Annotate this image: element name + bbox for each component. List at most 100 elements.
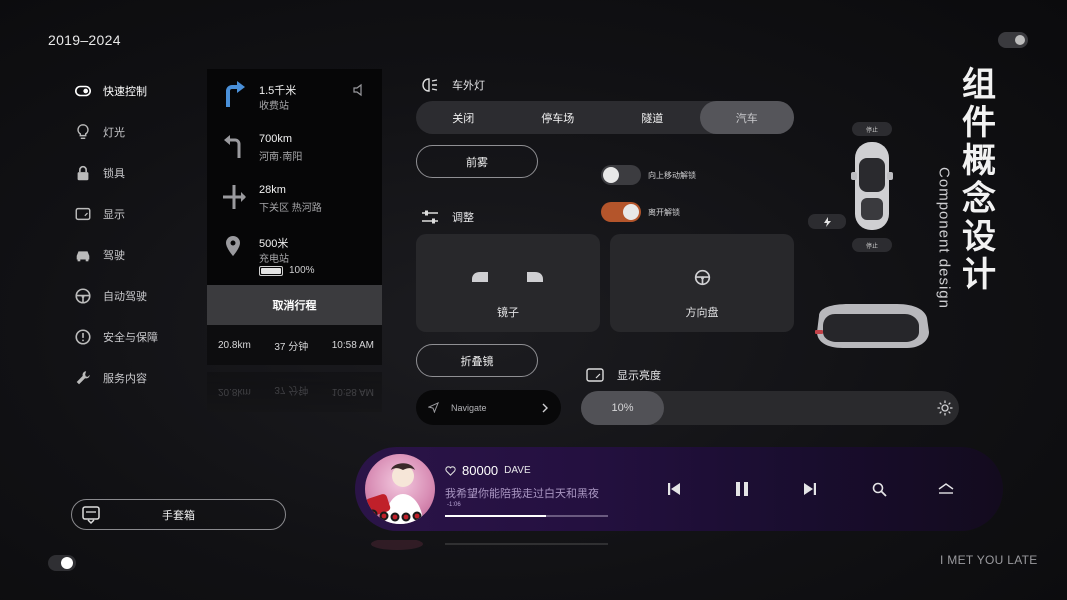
song-info: 80000 DAVE (445, 463, 531, 478)
pause-button[interactable] (731, 478, 753, 500)
sun-icon (937, 400, 953, 416)
sidebar-item-services[interactable]: 服务内容 (72, 357, 202, 398)
exterior-lights-title: 车外灯 (452, 80, 485, 92)
glovebox-button[interactable]: 手套箱 (71, 499, 286, 530)
skip-next-icon (804, 483, 816, 495)
playback-progress[interactable] (445, 515, 608, 517)
toggle-knob (61, 557, 73, 569)
trip-arrival: 10:58 AM (331, 339, 374, 351)
reflection-shape (371, 540, 608, 550)
sidebar-item-label: 服务内容 (103, 372, 147, 385)
sidebar-item-driving[interactable]: 驾驶 (72, 234, 202, 275)
search-button[interactable] (868, 478, 890, 500)
display-icon (72, 203, 94, 225)
trip-distance-reflection: 20.8km (218, 386, 251, 398)
move-up-unlock-label: 向上移动解锁 (648, 171, 696, 180)
wrench-icon (72, 367, 94, 389)
steering-wheel-label: 方向盘 (685, 307, 719, 319)
left-mirror-icon (472, 272, 488, 282)
trip-duration: 37 分钟 (274, 341, 309, 353)
sidebar-item-quick-controls[interactable]: 快速控制 (72, 70, 202, 111)
steering-wheel-card[interactable]: 方向盘 (610, 234, 794, 332)
display-icon (586, 368, 604, 382)
nav-step[interactable]: 700km 河南·南阳 (207, 120, 382, 171)
switch-knob (603, 167, 619, 183)
trip-distance: 20.8km (218, 339, 251, 351)
sidebar-item-label: 安全与保障 (103, 331, 158, 344)
artist-name: DAVE (504, 465, 531, 476)
cancel-trip-button[interactable]: 取消行程 (207, 285, 382, 325)
adjust-heading: 调整 (421, 209, 474, 225)
sidebar-item-label: 锁具 (103, 167, 125, 180)
bottom-toggle[interactable] (48, 555, 76, 571)
battery-percent: 100% (289, 265, 315, 276)
sidebar-item-label: 驾驶 (103, 249, 125, 262)
car-icon (72, 244, 94, 266)
nav-distance: 700km (259, 133, 293, 145)
nav-distance: 500米 (259, 238, 289, 250)
battery-icon (259, 265, 283, 276)
search-icon (872, 482, 887, 497)
sidebar-item-autopilot[interactable]: 自动驾驶 (72, 275, 202, 316)
location-pin-icon (226, 236, 240, 256)
bulb-icon (72, 121, 94, 143)
chevron-right-icon (542, 403, 548, 412)
sidebar-item-label: 灯光 (103, 126, 125, 139)
exterior-lights-selector: 关闭 停车场 隧道 汽车 (416, 101, 794, 134)
album-cover-illustration (365, 463, 423, 524)
sidebar-item-label: 快速控制 (103, 85, 147, 98)
lightning-icon (823, 216, 831, 227)
steering-wheel-icon (72, 285, 94, 307)
eject-icon (938, 483, 954, 494)
lights-option-off[interactable]: 关闭 (416, 101, 511, 134)
nav-distance: 28km (259, 184, 286, 196)
trip-summary-reflection: 20.8km 37 分钟 10:58 AM (207, 372, 382, 412)
fold-mirrors-button[interactable]: 折叠镜 (416, 344, 538, 377)
theme-toggle[interactable] (998, 32, 1028, 48)
footer-song-caption: I MET YOU LATE (940, 553, 1038, 567)
move-up-unlock-switch[interactable] (601, 165, 641, 185)
lights-option-tunnel[interactable]: 隧道 (605, 101, 700, 134)
previous-button[interactable] (663, 478, 685, 500)
pause-icon (736, 482, 748, 496)
stop-button-top[interactable]: 停止 (852, 122, 892, 136)
stop-button-bottom[interactable]: 停止 (852, 238, 892, 252)
nav-step[interactable]: 28km 下关区 热河路 (207, 171, 382, 222)
nav-step[interactable]: 1.5千米 收费站 (207, 69, 382, 120)
lights-option-parking[interactable]: 停车场 (511, 101, 606, 134)
sidebar-item-lights[interactable]: 灯光 (72, 111, 202, 152)
navigate-button[interactable]: Navigate (416, 390, 561, 425)
alert-icon (72, 326, 94, 348)
lock-icon (72, 162, 94, 184)
headlight-icon (421, 78, 439, 92)
remaining-time: -1:06 (447, 502, 461, 508)
album-art[interactable] (365, 454, 435, 524)
sidebar-item-label: 自动驾驶 (103, 290, 147, 303)
music-player: 80000 DAVE 我希望你能陪我走过白天和黑夜 -1:06 (355, 447, 1003, 531)
turn-right-arrow-icon (226, 81, 245, 107)
switch-knob (623, 204, 639, 220)
next-button[interactable] (799, 478, 821, 500)
sidebar-item-display[interactable]: 显示 (72, 193, 202, 234)
heart-icon[interactable] (445, 465, 456, 476)
brightness-fill: 10% (581, 391, 664, 425)
walk-away-unlock-switch[interactable] (601, 202, 641, 222)
sidebar: 快速控制 灯光 锁具 显示 驾驶 自动驾驶 安全与保障 服务内容 (72, 70, 202, 398)
steering-wheel-icon (694, 269, 711, 286)
sidebar-item-safety[interactable]: 安全与保障 (72, 316, 202, 357)
glovebox-icon (81, 505, 107, 525)
sidebar-item-locks[interactable]: 锁具 (72, 152, 202, 193)
lights-option-car[interactable]: 汽车 (699, 101, 794, 134)
nav-place: 河南·南阳 (259, 152, 303, 163)
player-reflection (365, 540, 615, 560)
speaker-icon[interactable] (352, 83, 366, 97)
glovebox-label: 手套箱 (162, 509, 195, 522)
trip-summary: 20.8km 37 分钟 10:58 AM (207, 325, 382, 365)
charge-button[interactable] (808, 214, 846, 229)
nav-place: 充电站 (259, 254, 289, 265)
mirror-card[interactable]: 镜子 (416, 234, 600, 332)
walk-away-unlock-label: 离开解锁 (648, 208, 680, 217)
eject-button[interactable] (935, 478, 957, 500)
front-fog-button[interactable]: 前雾 (416, 145, 538, 178)
brightness-slider[interactable]: 10% (581, 391, 959, 425)
